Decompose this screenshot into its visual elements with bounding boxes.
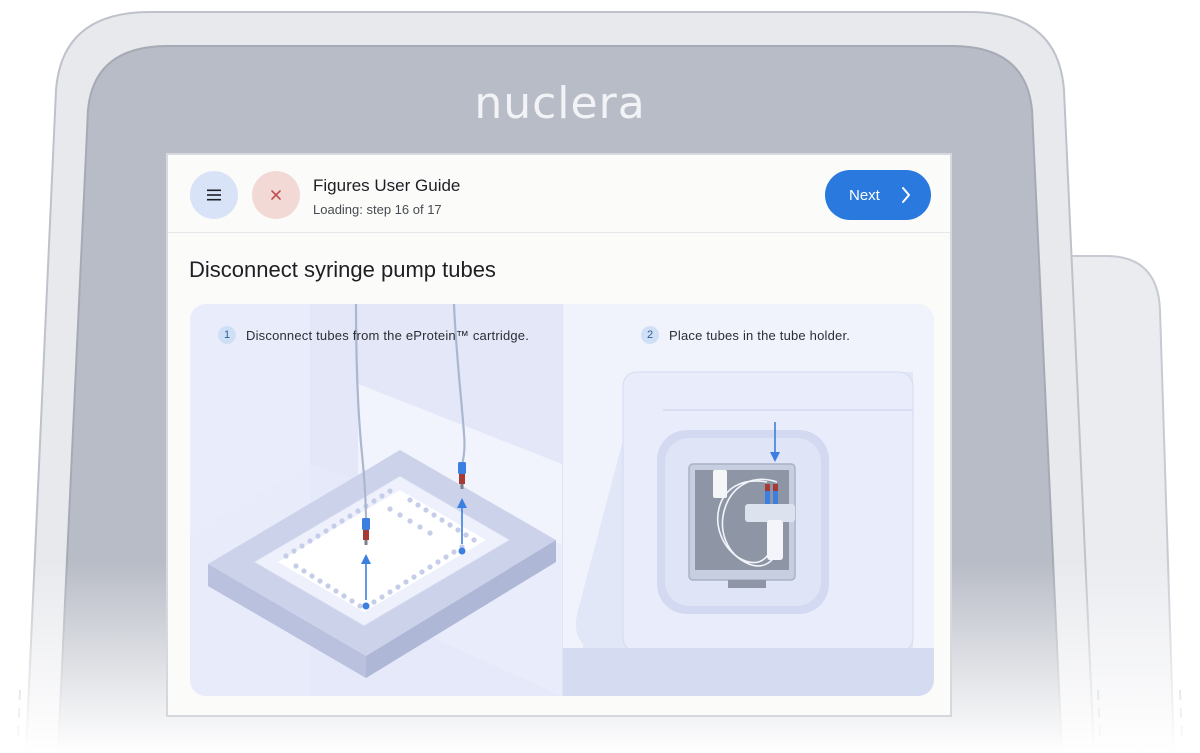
menu-button[interactable] xyxy=(190,171,238,219)
close-x-icon xyxy=(271,190,281,200)
tube-holder-illustration xyxy=(563,371,934,696)
brand-logo: nuclera xyxy=(474,78,646,129)
instruction-1: 1 Disconnect tubes from the eProtein™ ca… xyxy=(218,326,529,344)
app-header: Figures User Guide Loading: step 16 of 1… xyxy=(168,155,950,233)
device-screen: Figures User Guide Loading: step 16 of 1… xyxy=(166,153,952,717)
instruction-2: 2 Place tubes in the tube holder. xyxy=(641,326,850,344)
next-button[interactable]: Next xyxy=(825,170,931,220)
loading-status: Loading: step 16 of 17 xyxy=(313,202,442,217)
instruction-panels: 1 Disconnect tubes from the eProtein™ ca… xyxy=(190,304,934,696)
hamburger-menu-icon xyxy=(207,189,221,201)
cartridge-illustration xyxy=(190,304,562,696)
instruction-number: 1 xyxy=(218,326,236,344)
next-button-label: Next xyxy=(849,186,880,204)
instruction-text: Disconnect tubes from the eProtein™ cart… xyxy=(246,327,530,343)
step-heading: Disconnect syringe pump tubes xyxy=(189,257,496,282)
chevron-right-icon xyxy=(902,187,910,203)
instruction-text: Place tubes in the tube holder. xyxy=(669,327,851,343)
guide-title: Figures User Guide xyxy=(313,176,461,195)
close-button[interactable] xyxy=(252,171,300,219)
instruction-number: 2 xyxy=(641,326,659,344)
instruction-panel-1: 1 Disconnect tubes from the eProtein™ ca… xyxy=(190,304,562,696)
instruction-panel-2: 2 Place tubes in the tube holder. xyxy=(563,304,934,696)
